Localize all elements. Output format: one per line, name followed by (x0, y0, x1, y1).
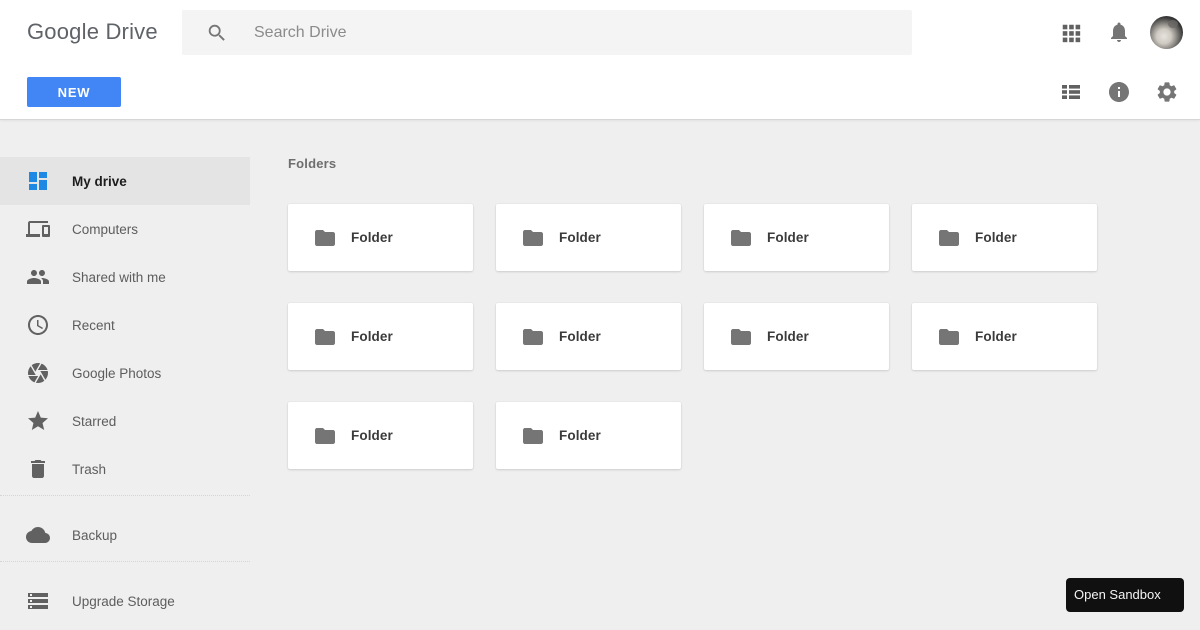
folder-card[interactable]: Folder (912, 303, 1097, 370)
sidebar-item-shared-with-me[interactable]: Shared with me (0, 253, 250, 301)
app-title: Google Drive (27, 19, 158, 44)
sidebar-item-label: My drive (72, 173, 127, 189)
folder-card[interactable]: Folder (496, 303, 681, 370)
sidebar: My drive Computers Shared with me Recent… (0, 121, 250, 625)
trash-icon (26, 457, 50, 481)
folder-name: Folder (351, 329, 393, 344)
apps-grid-icon[interactable] (1059, 21, 1083, 45)
open-sandbox-button[interactable]: Open Sandbox (1066, 578, 1184, 612)
folder-icon (521, 226, 545, 250)
sidebar-divider (0, 561, 250, 562)
search-bar[interactable] (182, 10, 912, 55)
folder-card[interactable]: Folder (704, 204, 889, 271)
app-header: Google Drive NEW (0, 0, 1200, 120)
sidebar-item-label: Upgrade Storage (72, 593, 175, 609)
sidebar-item-starred[interactable]: Starred (0, 397, 250, 445)
folder-name: Folder (351, 230, 393, 245)
sidebar-item-google-photos[interactable]: Google Photos (0, 349, 250, 397)
search-icon (206, 22, 228, 44)
people-icon (26, 265, 50, 289)
folder-icon (729, 226, 753, 250)
folder-icon (521, 424, 545, 448)
dashboard-icon (26, 169, 50, 193)
folder-name: Folder (351, 428, 393, 443)
sidebar-item-label: Google Photos (72, 365, 162, 381)
sidebar-item-label: Starred (72, 413, 117, 429)
storage-icon (26, 589, 50, 613)
folder-name: Folder (559, 428, 601, 443)
folder-card[interactable]: Folder (912, 204, 1097, 271)
sidebar-item-label: Backup (72, 527, 118, 543)
folder-name: Folder (767, 329, 809, 344)
folder-icon (313, 325, 337, 349)
sidebar-item-upgrade-storage[interactable]: Upgrade Storage (0, 577, 250, 625)
folder-card[interactable]: Folder (288, 204, 473, 271)
sidebar-item-recent[interactable]: Recent (0, 301, 250, 349)
folder-icon (937, 325, 961, 349)
cloud-icon (26, 523, 50, 547)
sidebar-item-backup[interactable]: Backup (0, 511, 250, 559)
folder-card[interactable]: Folder (496, 204, 681, 271)
folder-card[interactable]: Folder (704, 303, 889, 370)
view-list-icon[interactable] (1059, 80, 1083, 104)
main-content: Folders Folder Folder Folder Folder Fold… (288, 121, 1118, 469)
folders-section-label: Folders (288, 156, 337, 171)
sidebar-item-label: Recent (72, 317, 115, 333)
folder-grid: Folder Folder Folder Folder Folder Folde… (288, 204, 1118, 469)
folder-icon (313, 226, 337, 250)
folder-icon (729, 325, 753, 349)
sidebar-item-my-drive[interactable]: My drive (0, 157, 250, 205)
sidebar-divider (0, 495, 250, 496)
folder-name: Folder (559, 329, 601, 344)
folder-name: Folder (975, 230, 1017, 245)
clock-icon (26, 313, 50, 337)
folder-icon (521, 325, 545, 349)
sidebar-item-label: Computers (72, 221, 139, 237)
notifications-bell-icon[interactable] (1107, 20, 1131, 44)
camera-aperture-icon (26, 361, 50, 385)
folder-name: Folder (767, 230, 809, 245)
folder-card[interactable]: Folder (496, 402, 681, 469)
new-button[interactable]: NEW (27, 77, 121, 107)
sidebar-item-trash[interactable]: Trash (0, 445, 250, 493)
search-input[interactable] (254, 23, 854, 42)
star-icon (26, 409, 50, 433)
folder-card[interactable]: Folder (288, 402, 473, 469)
sidebar-item-computers[interactable]: Computers (0, 205, 250, 253)
settings-gear-icon[interactable] (1155, 80, 1179, 104)
folder-icon (313, 424, 337, 448)
folder-icon (937, 226, 961, 250)
avatar[interactable] (1150, 16, 1183, 49)
sidebar-item-label: Trash (72, 461, 107, 477)
folder-card[interactable]: Folder (288, 303, 473, 370)
devices-icon (26, 217, 50, 241)
sidebar-item-label: Shared with me (72, 269, 166, 285)
folder-name: Folder (559, 230, 601, 245)
folder-name: Folder (975, 329, 1017, 344)
info-icon[interactable] (1107, 80, 1131, 104)
